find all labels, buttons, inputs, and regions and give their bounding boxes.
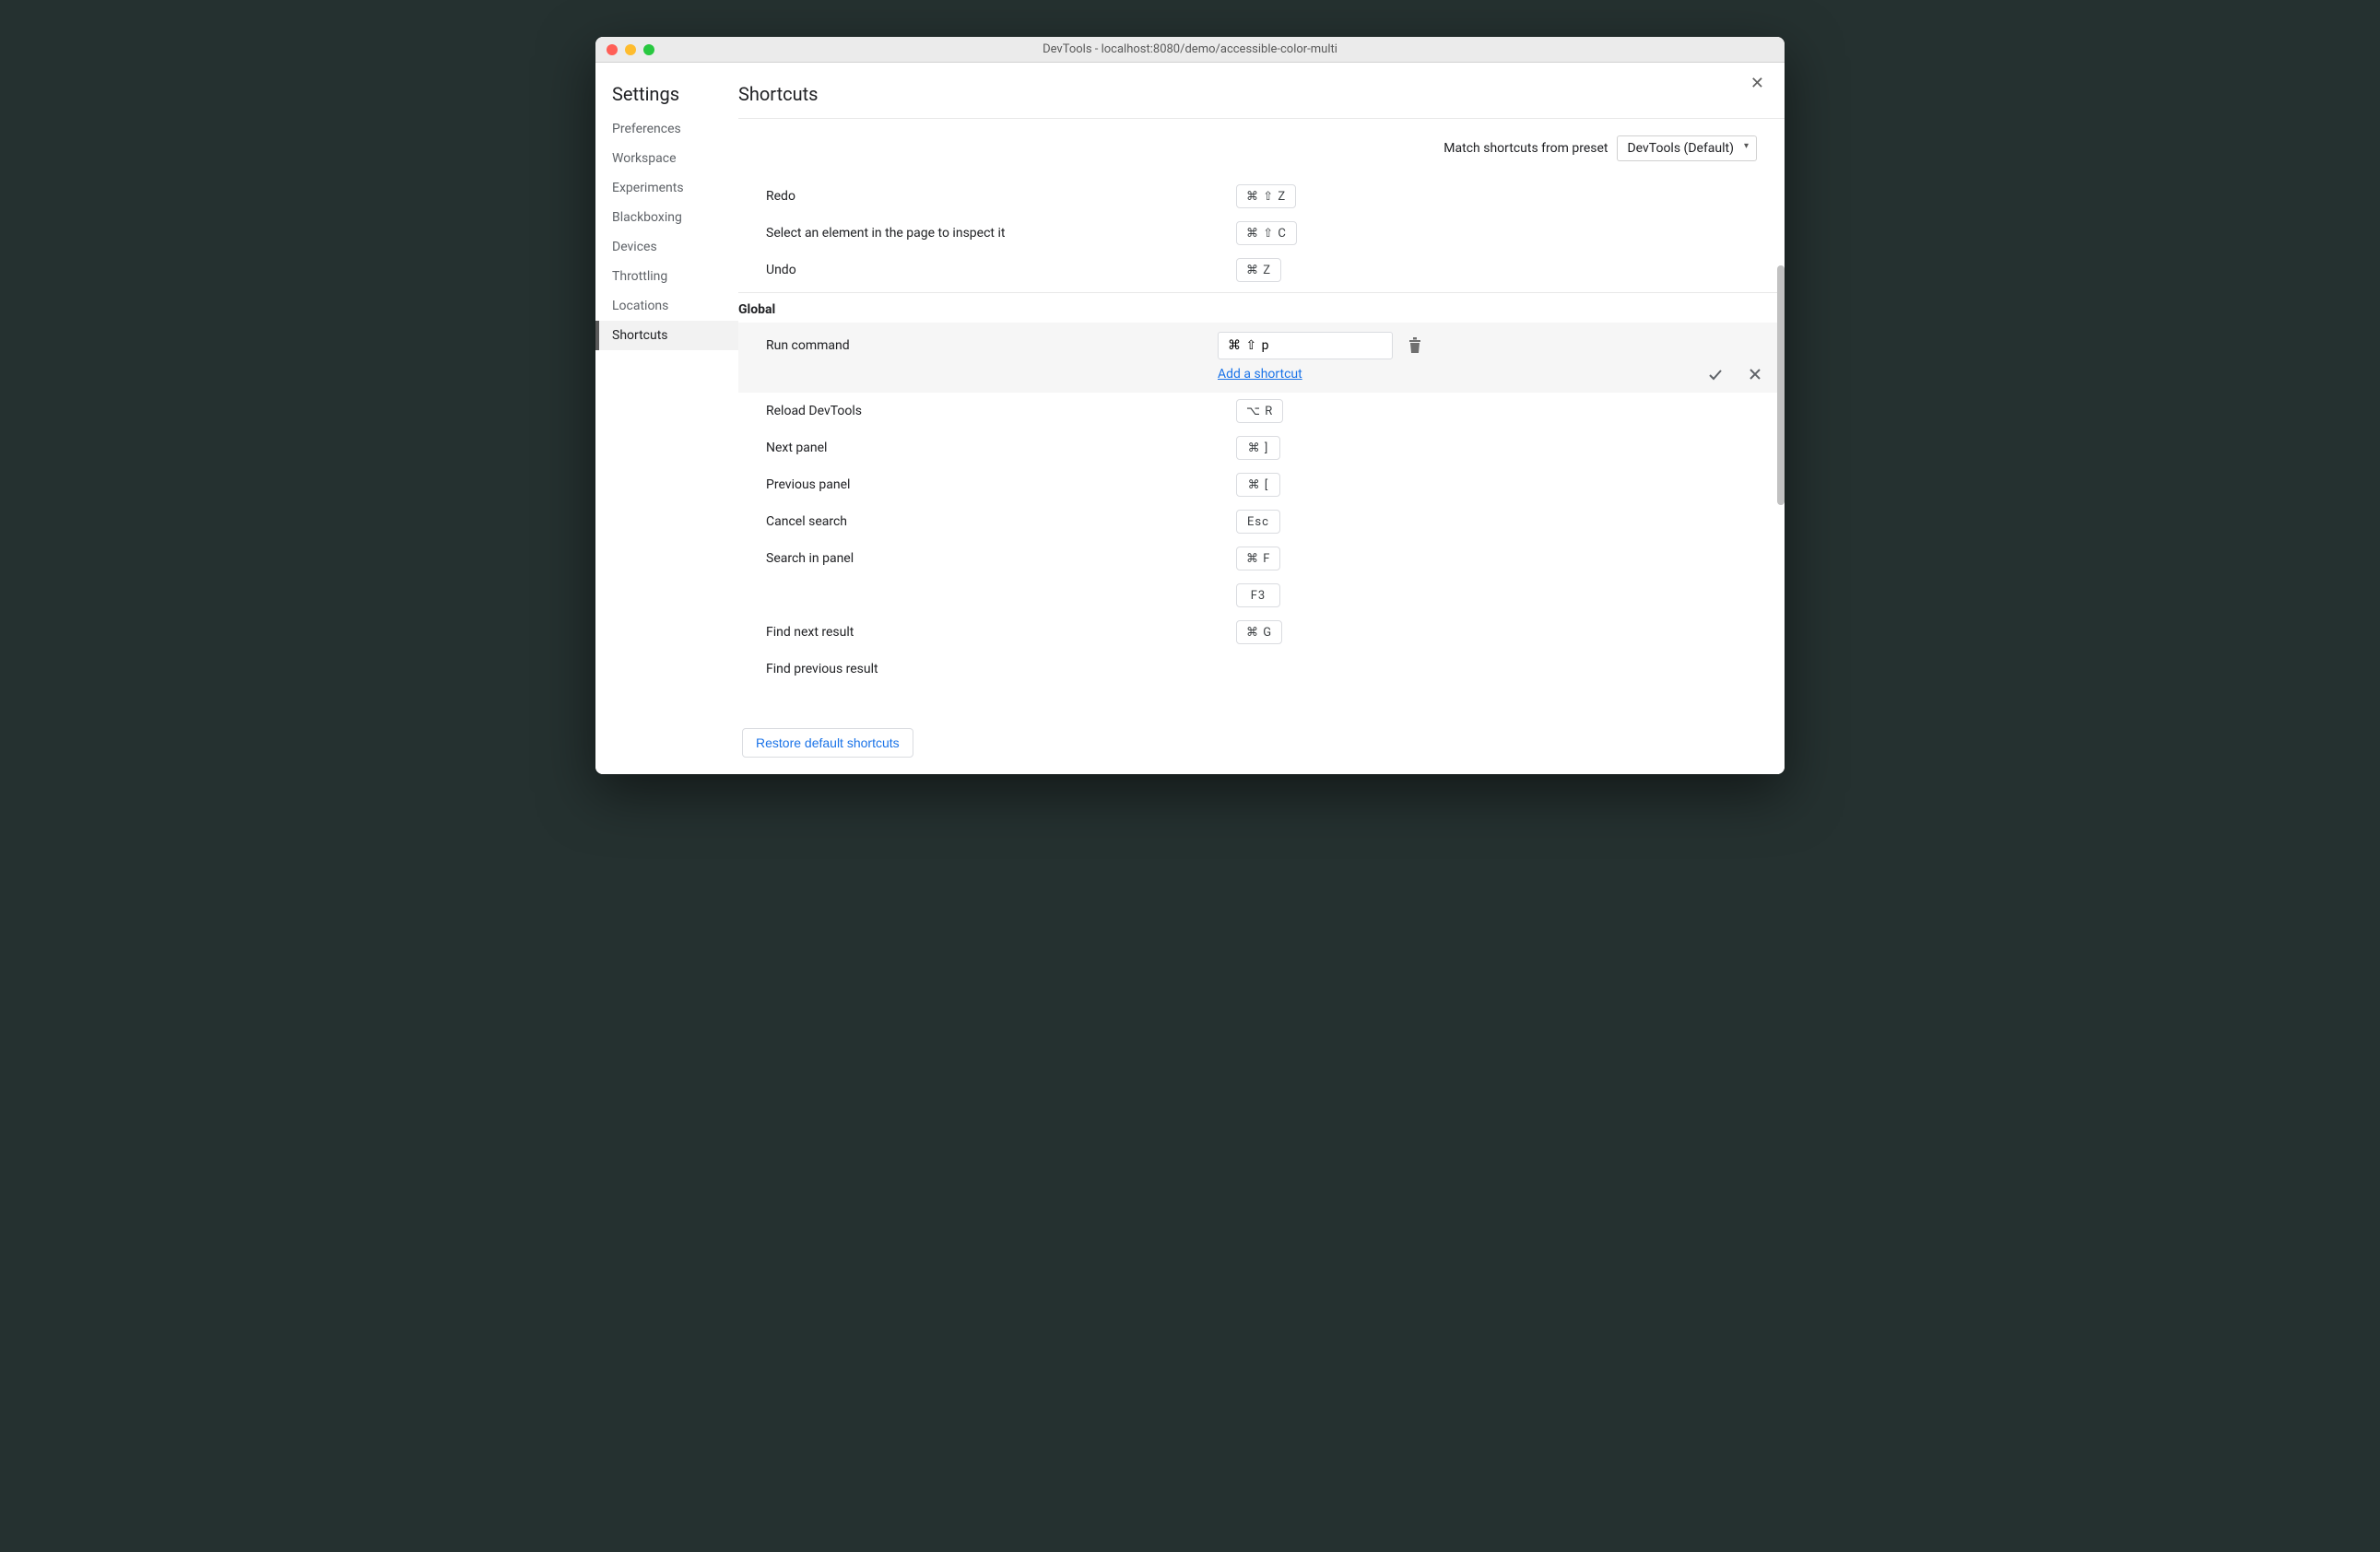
shortcut-label: Previous panel (766, 472, 1236, 498)
sidebar-item-throttling[interactable]: Throttling (595, 262, 738, 291)
restore-bar: Restore default shortcuts (738, 719, 1785, 774)
zoom-window-button[interactable] (643, 44, 654, 55)
shortcut-row[interactable]: Redo⌘ ⇧ Z (738, 178, 1781, 215)
sidebar-item-workspace[interactable]: Workspace (595, 144, 738, 173)
shortcut-label: Select an element in the page to inspect… (766, 220, 1236, 246)
shortcut-label: Next panel (766, 435, 1236, 461)
sidebar-title: Settings (595, 81, 738, 114)
shortcut-label: Run command (766, 338, 1218, 353)
shortcut-label: Reload DevTools (766, 398, 1236, 424)
shortcut-row[interactable]: Next panel⌘ ] (738, 429, 1781, 466)
shortcut-edit-row: Run command Add a shortcut (738, 323, 1781, 393)
shortcut-row[interactable]: Cancel searchEsc (738, 503, 1781, 540)
cancel-icon[interactable] (1748, 367, 1762, 383)
shortcut-keycap: ⌘ G (1236, 620, 1282, 644)
group-header-global: Global (738, 292, 1781, 323)
shortcut-keycap: ⌘ [ (1236, 473, 1280, 497)
shortcut-label: Find next result (766, 619, 1236, 645)
shortcut-keycap: ⌘ ⇧ Z (1236, 184, 1296, 208)
shortcut-row[interactable]: F3 (738, 577, 1781, 614)
shortcut-row[interactable]: Select an element in the page to inspect… (738, 215, 1781, 252)
preset-row: Match shortcuts from preset DevTools (De… (738, 119, 1785, 178)
page-header: Shortcuts (738, 63, 1785, 119)
sidebar-item-devices[interactable]: Devices (595, 232, 738, 262)
shortcut-row[interactable]: Find next result⌘ G (738, 614, 1781, 651)
window-title: DevTools - localhost:8080/demo/accessibl… (595, 42, 1785, 56)
sidebar-item-blackboxing[interactable]: Blackboxing (595, 203, 738, 232)
settings-body: Settings PreferencesWorkspaceExperiments… (595, 63, 1785, 774)
edit-actions (1707, 367, 1762, 383)
shortcut-row[interactable]: Search in panel⌘ F (738, 540, 1781, 577)
minimize-window-button[interactable] (625, 44, 636, 55)
sidebar-item-preferences[interactable]: Preferences (595, 114, 738, 144)
shortcut-keycap: Esc (1236, 510, 1280, 534)
shortcuts-list[interactable]: Redo⌘ ⇧ ZSelect an element in the page t… (738, 178, 1785, 774)
close-window-button[interactable] (607, 44, 618, 55)
confirm-icon[interactable] (1707, 367, 1724, 383)
shortcut-row[interactable]: Find previous result (738, 651, 1781, 688)
trash-icon[interactable] (1408, 337, 1422, 354)
shortcut-keycap: ⌘ ⇧ C (1236, 221, 1297, 245)
page-title: Shortcuts (738, 83, 1775, 105)
titlebar: DevTools - localhost:8080/demo/accessibl… (595, 37, 1785, 63)
shortcut-keycap: ⌘ Z (1236, 258, 1281, 282)
sidebar-item-locations[interactable]: Locations (595, 291, 738, 321)
shortcut-row[interactable]: Previous panel⌘ [ (738, 466, 1781, 503)
preset-label: Match shortcuts from preset (1443, 141, 1608, 156)
preset-select[interactable]: DevTools (Default) (1617, 135, 1757, 161)
preset-value: DevTools (Default) (1627, 141, 1734, 156)
devtools-window: DevTools - localhost:8080/demo/accessibl… (595, 37, 1785, 774)
window-controls (607, 44, 654, 55)
shortcut-input[interactable] (1218, 332, 1393, 359)
shortcut-label: Find previous result (766, 656, 1236, 682)
shortcut-label: Redo (766, 183, 1236, 209)
shortcut-label: Search in panel (766, 546, 1236, 571)
shortcut-keycap: ⌘ F (1236, 547, 1280, 570)
shortcut-label: Undo (766, 257, 1236, 283)
settings-main: ✕ Shortcuts Match shortcuts from preset … (738, 63, 1785, 774)
sidebar-item-shortcuts[interactable]: Shortcuts (595, 321, 738, 350)
shortcut-row[interactable]: Undo⌘ Z (738, 252, 1781, 288)
scrollbar[interactable] (1777, 265, 1785, 505)
shortcut-keycap: ⌘ ] (1236, 436, 1280, 460)
shortcut-label: Cancel search (766, 509, 1236, 535)
sidebar-item-experiments[interactable]: Experiments (595, 173, 738, 203)
settings-sidebar: Settings PreferencesWorkspaceExperiments… (595, 63, 738, 774)
shortcut-keycap: ⌥ R (1236, 399, 1283, 423)
shortcut-keycap: F3 (1236, 583, 1280, 607)
shortcut-row[interactable]: Reload DevTools⌥ R (738, 393, 1781, 429)
restore-defaults-button[interactable]: Restore default shortcuts (742, 728, 913, 758)
add-shortcut-link[interactable]: Add a shortcut (1218, 367, 1762, 382)
